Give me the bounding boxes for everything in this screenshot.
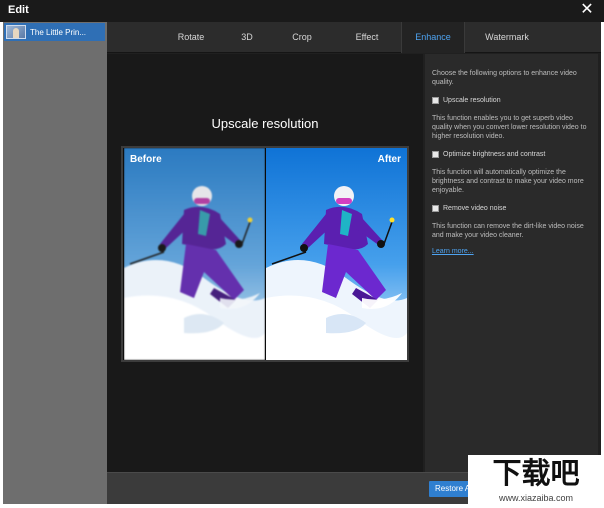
after-pane: After — [266, 148, 407, 360]
watermark-url: www.xiazaiba.com — [498, 493, 574, 503]
enhance-intro-text: Choose the following options to enhance … — [432, 70, 577, 86]
tab-crop[interactable]: Crop — [271, 22, 333, 53]
remove-noise-checkbox[interactable] — [432, 205, 439, 212]
watermark-logo-text: 下载吧 — [492, 456, 580, 490]
tab-rotate[interactable]: Rotate — [159, 22, 223, 53]
tab-3d[interactable]: 3D — [223, 22, 271, 53]
preview-heading: Upscale resolution — [211, 116, 319, 131]
title-bar: Edit ✕ — [0, 0, 604, 22]
editor-main: Rotate 3D Crop Effect Enhance Watermark … — [107, 22, 601, 504]
site-watermark-logo: 下载吧 www.xiazaiba.com — [468, 455, 604, 508]
upscale-resolution-option[interactable]: Upscale resolution — [432, 97, 590, 104]
remove-noise-label[interactable]: Remove video noise — [443, 205, 506, 212]
optimize-brightness-label[interactable]: Optimize brightness and contrast — [443, 151, 545, 158]
before-label: Before — [130, 154, 162, 165]
learn-more-link[interactable]: Learn more... — [432, 248, 474, 255]
after-label: After — [377, 154, 401, 165]
tab-effect[interactable]: Effect — [333, 22, 401, 53]
optimize-brightness-description: This function will automatically optimiz… — [432, 169, 584, 194]
after-skier-image — [266, 148, 407, 360]
edit-window: Edit ✕ The Little Prin... Rotate 3D Crop… — [0, 0, 604, 508]
before-skier-image — [124, 148, 265, 360]
remove-noise-description: This function can remove the dirt-like v… — [432, 223, 584, 239]
enhance-options-panel: Choose the following options to enhance … — [425, 54, 598, 472]
optimize-brightness-option[interactable]: Optimize brightness and contrast — [432, 151, 590, 158]
before-after-comparison: Before After — [121, 146, 409, 362]
file-list-sidebar: The Little Prin... — [3, 22, 107, 504]
edit-tab-bar: Rotate 3D Crop Effect Enhance Watermark — [107, 22, 601, 53]
file-list-item[interactable]: The Little Prin... — [4, 23, 105, 41]
before-pane: Before — [124, 148, 265, 360]
upscale-resolution-label[interactable]: Upscale resolution — [443, 97, 501, 104]
window-title: Edit — [8, 4, 29, 16]
preview-area: Upscale resolution Before After — [107, 54, 423, 472]
close-icon[interactable]: ✕ — [578, 1, 596, 19]
tab-enhance[interactable]: Enhance — [401, 22, 465, 53]
video-thumbnail-icon — [6, 25, 26, 39]
tab-watermark[interactable]: Watermark — [465, 22, 549, 53]
optimize-brightness-checkbox[interactable] — [432, 151, 439, 158]
upscale-resolution-description: This function enables you to get superb … — [432, 115, 587, 140]
upscale-resolution-checkbox[interactable] — [432, 97, 439, 104]
remove-noise-option[interactable]: Remove video noise — [432, 205, 590, 212]
file-list-item-label: The Little Prin... — [30, 27, 87, 37]
